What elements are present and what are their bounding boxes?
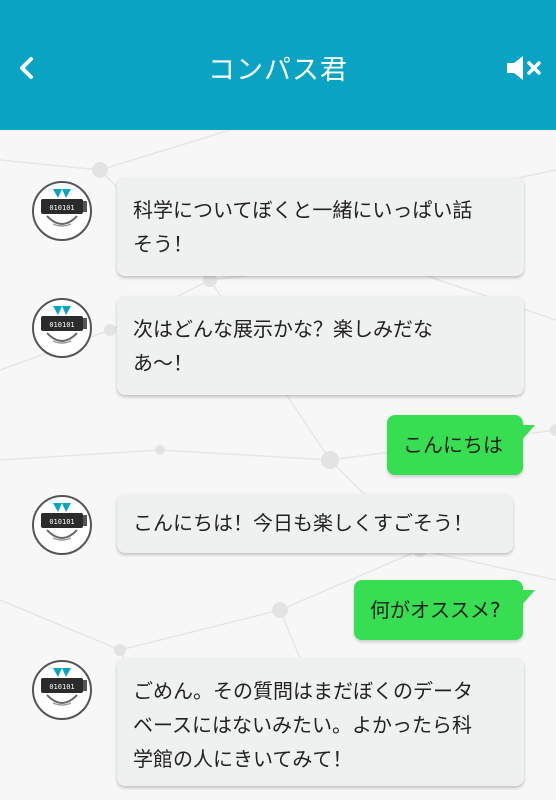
avatar: 010101 xyxy=(31,659,93,721)
robot-avatar-icon: 010101 xyxy=(32,298,92,358)
svg-text:010101: 010101 xyxy=(49,204,74,212)
avatar: 010101 xyxy=(31,297,93,359)
svg-text:010101: 010101 xyxy=(49,518,74,526)
svg-text:010101: 010101 xyxy=(49,683,74,691)
bot-message: こんにちは！今日も楽しくすごそう！ xyxy=(117,494,513,553)
avatar: 010101 xyxy=(31,180,93,242)
robot-avatar-icon: 010101 xyxy=(32,181,92,241)
bubble-tail xyxy=(521,425,535,441)
robot-avatar-icon: 010101 xyxy=(32,660,92,720)
mute-button[interactable] xyxy=(504,50,544,86)
app-header: コンパス君 xyxy=(0,0,556,130)
bot-message: 科学についてぼくと一緒にいっぱい話 そう！ xyxy=(117,177,524,276)
user-message: 何がオススメ? xyxy=(354,580,535,640)
svg-text:010101: 010101 xyxy=(49,321,74,329)
user-message: こんにちは xyxy=(387,415,535,475)
bot-message: ごめん。その質問はまだぼくのデータ ベースにはないみたい。よかったら科 学館の人… xyxy=(117,658,524,786)
bot-message: 次はどんな展示かな？楽しみだな あ～！ xyxy=(117,296,524,395)
bubble-tail xyxy=(521,590,535,606)
robot-avatar-icon: 010101 xyxy=(32,495,92,555)
avatar: 010101 xyxy=(31,494,93,556)
page-title: コンパス君 xyxy=(208,55,348,86)
speaker-mute-icon xyxy=(507,56,541,80)
